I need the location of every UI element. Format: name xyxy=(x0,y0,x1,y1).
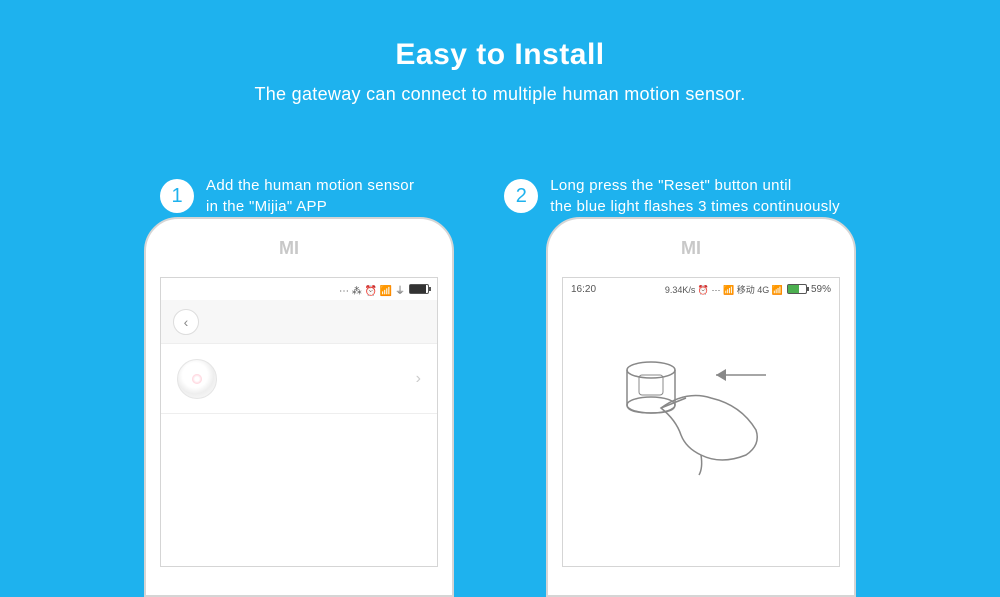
mi-logo-icon: MI xyxy=(279,238,319,258)
back-button[interactable]: ‹ xyxy=(173,309,199,335)
mi-logo-icon: MI xyxy=(681,238,721,258)
reset-illustration xyxy=(563,300,839,500)
phone-mockup-2: MI 16:20 9.34K/s ⏰ ⋯ 📶 移动 4G 📶 59% xyxy=(546,217,856,597)
phone-mockup-1: MI ⋯ ⁂ ⏰ 📶 ⏚ ‹ › xyxy=(144,217,454,597)
page-subtitle: The gateway can connect to multiple huma… xyxy=(0,84,1000,105)
phones-row: MI ⋯ ⁂ ⏰ 📶 ⏚ ‹ › MI 1 xyxy=(0,217,1000,597)
phone-volume-button-icon xyxy=(452,349,454,419)
phone-volume-button-icon xyxy=(854,349,856,419)
steps-row: 1 Add the human motion sensor in the "Mi… xyxy=(0,175,1000,217)
status-time: 16:20 xyxy=(571,284,596,295)
motion-sensor-icon xyxy=(177,359,217,399)
svg-text:MI: MI xyxy=(279,238,299,258)
status-bar: 16:20 9.34K/s ⏰ ⋯ 📶 移动 4G 📶 59% xyxy=(563,278,839,300)
step-number-badge: 1 xyxy=(160,179,194,213)
step-2-text: Long press the "Reset" button until the … xyxy=(550,175,840,217)
phone-top-bezel: MI xyxy=(548,219,854,277)
header-section: Easy to Install The gateway can connect … xyxy=(0,0,1000,105)
battery-percent: 59% xyxy=(811,284,831,295)
nav-bar: ‹ xyxy=(161,300,437,344)
step-1: 1 Add the human motion sensor in the "Mi… xyxy=(160,175,414,217)
status-bar: ⋯ ⁂ ⏰ 📶 ⏚ xyxy=(161,278,437,300)
step-2: 2 Long press the "Reset" button until th… xyxy=(504,175,840,217)
step-number-badge: 2 xyxy=(504,179,538,213)
svg-text:MI: MI xyxy=(681,238,701,258)
phone-screen: ⋯ ⁂ ⏰ 📶 ⏚ ‹ › xyxy=(160,277,438,567)
status-network: 9.34K/s ⏰ ⋯ 📶 移动 4G 📶 xyxy=(665,283,783,296)
chevron-right-icon: › xyxy=(416,370,421,388)
status-icons: ⋯ ⁂ ⏰ 📶 ⏚ xyxy=(339,282,405,297)
hand-pressing-sensor-icon xyxy=(591,320,811,480)
device-list-item[interactable]: › xyxy=(161,344,437,414)
phone-top-bezel: MI xyxy=(146,219,452,277)
phone-power-button-icon xyxy=(452,299,454,335)
phone-screen: 16:20 9.34K/s ⏰ ⋯ 📶 移动 4G 📶 59% xyxy=(562,277,840,567)
phone-power-button-icon xyxy=(854,299,856,335)
step-1-text: Add the human motion sensor in the "Miji… xyxy=(206,175,414,217)
battery-icon xyxy=(787,284,807,294)
page-title: Easy to Install xyxy=(0,38,1000,72)
battery-icon xyxy=(409,284,429,294)
